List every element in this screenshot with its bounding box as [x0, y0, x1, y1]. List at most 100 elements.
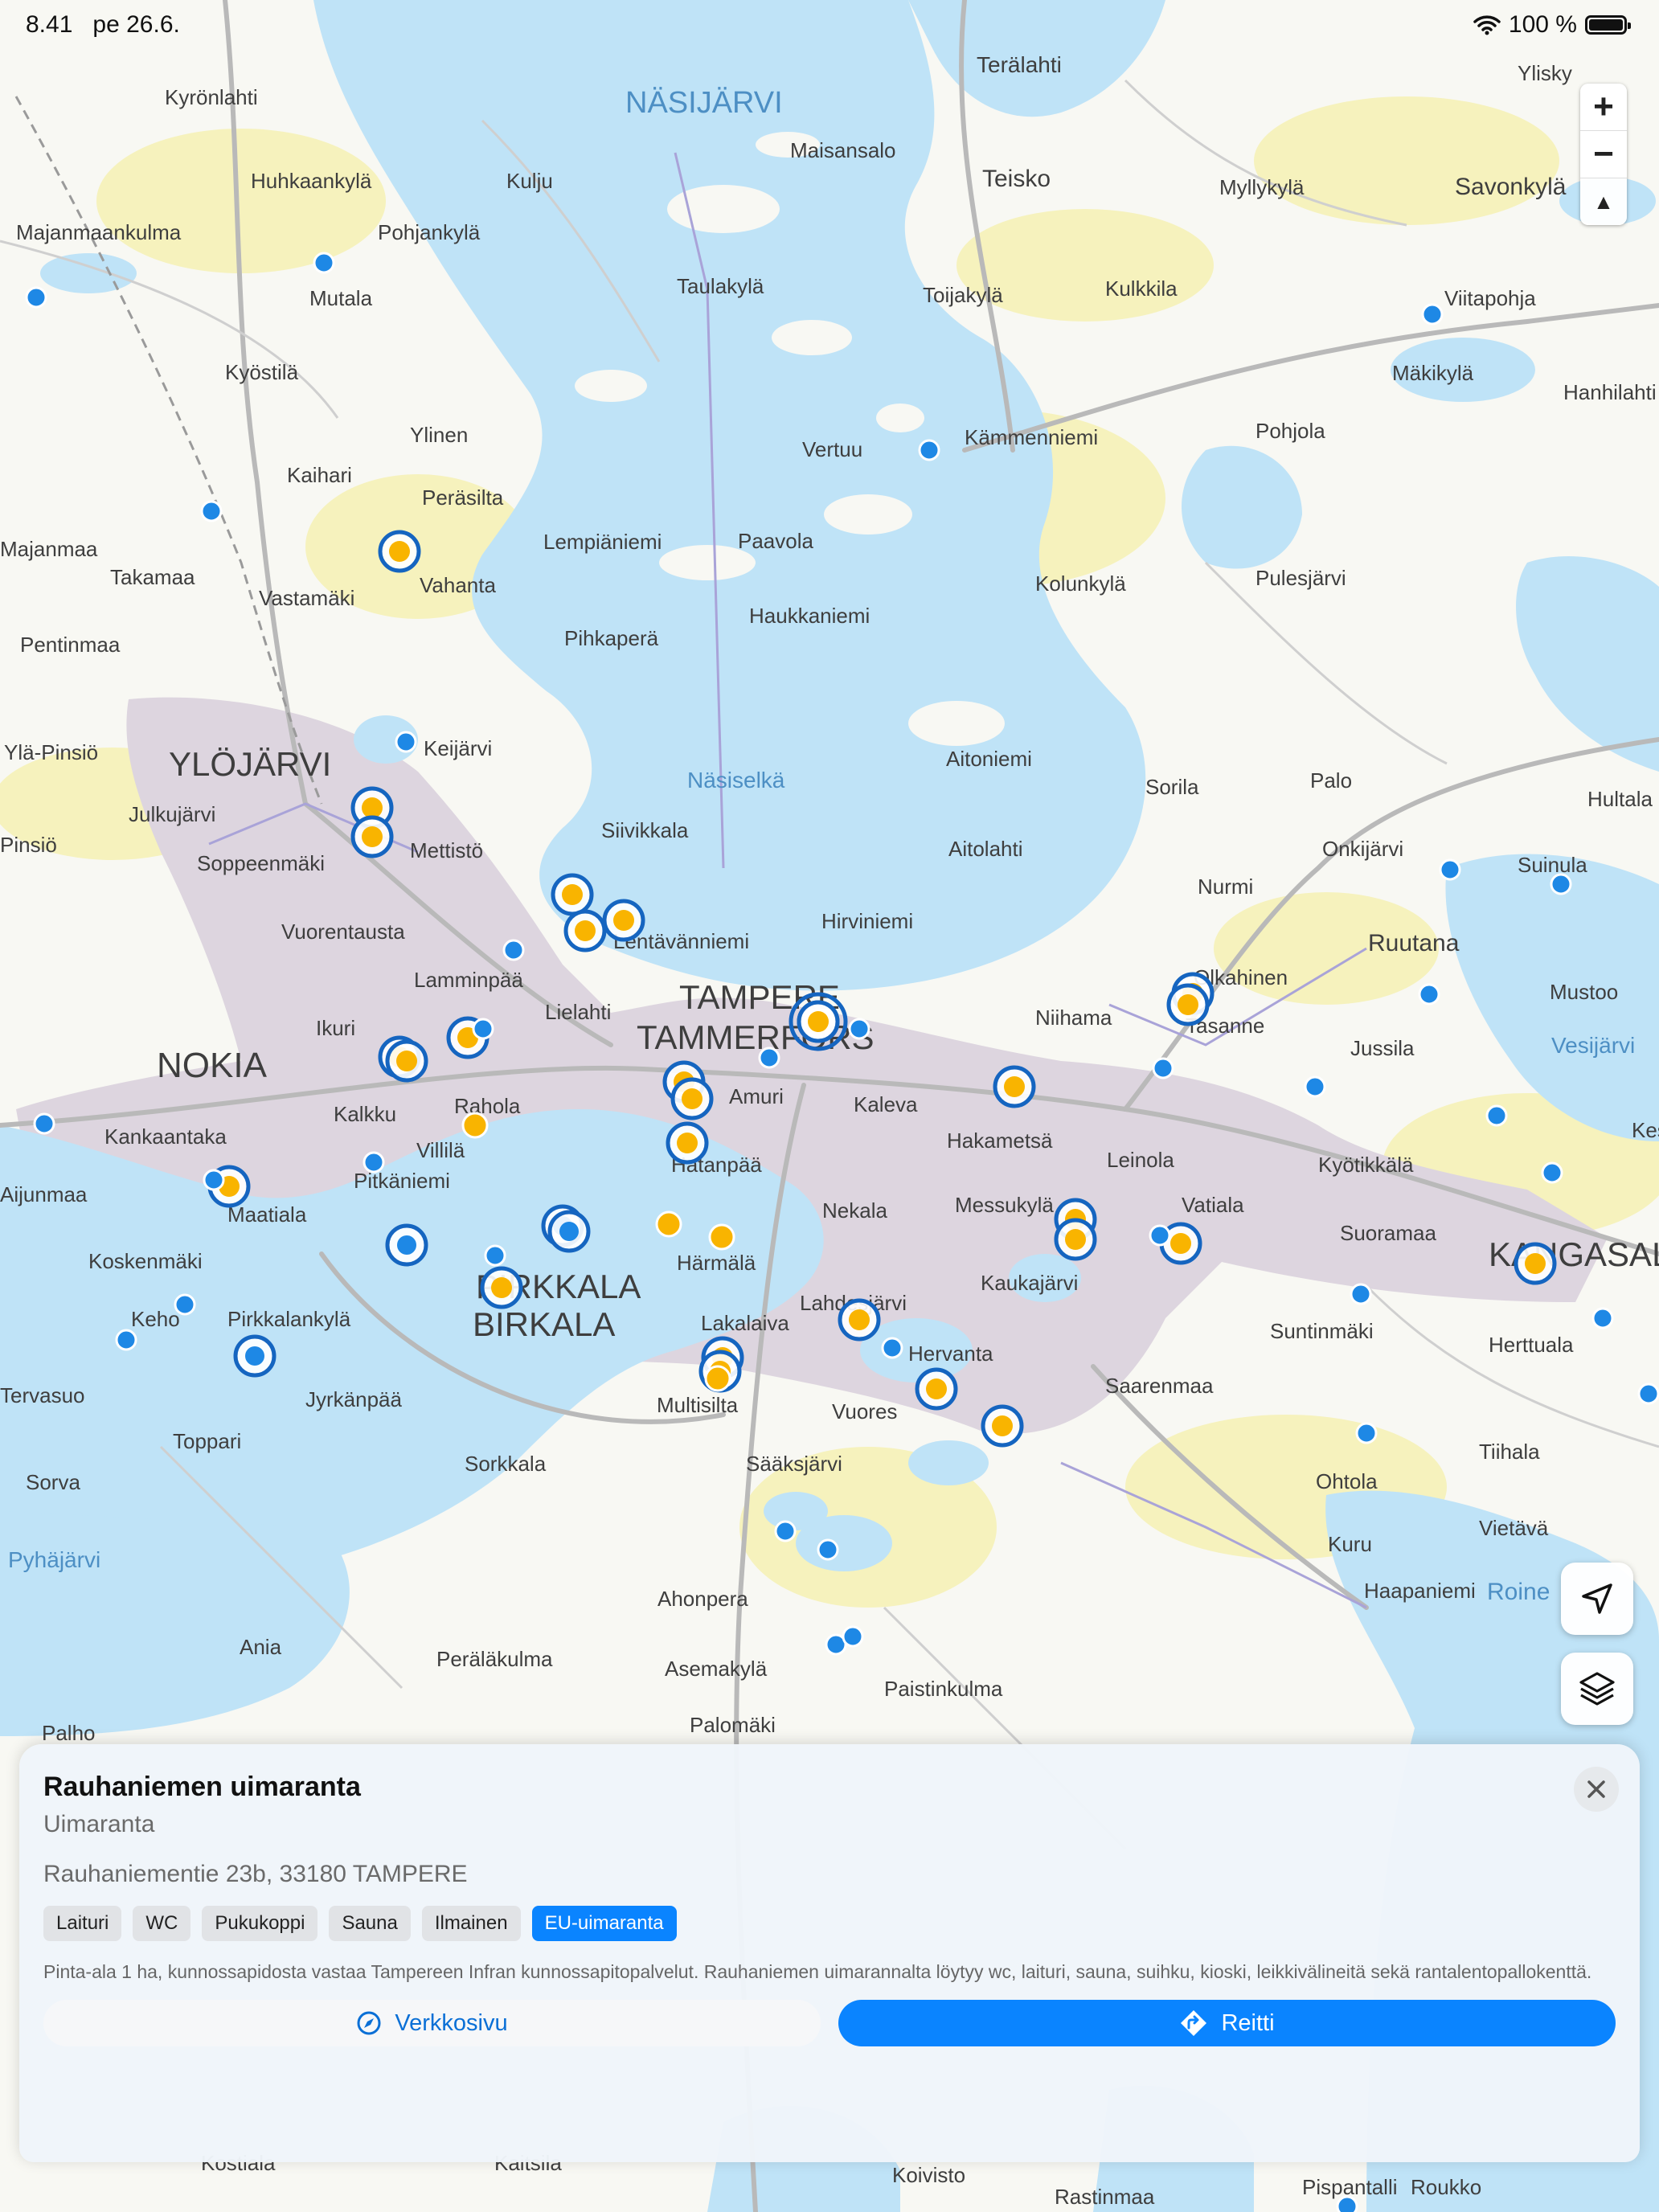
point-marker[interactable]: [25, 286, 47, 309]
point-marker[interactable]: [881, 1337, 903, 1359]
point-marker[interactable]: [1550, 873, 1572, 895]
place-label: Myllykylä: [1219, 175, 1305, 199]
place-label: Hirviniemi: [821, 909, 913, 933]
point-marker[interactable]: [395, 731, 417, 753]
beach-marker[interactable]: [915, 1367, 958, 1411]
beach-marker[interactable]: [1054, 1218, 1097, 1261]
place-label: Pohjankylä: [378, 220, 481, 244]
point-marker[interactable]: [1591, 1307, 1614, 1329]
status-bar: 8.41 pe 26.6. 100 %: [0, 0, 1659, 51]
place-label: Siivikkala: [601, 818, 689, 842]
point-marker[interactable]: [472, 1018, 494, 1040]
point-marker[interactable]: [484, 1244, 506, 1267]
beach-marker[interactable]: [993, 1065, 1036, 1108]
place-label: Pihkaperä: [564, 626, 659, 650]
point-marker[interactable]: [1149, 1224, 1171, 1247]
place-label: Pohjola: [1256, 419, 1325, 443]
website-button[interactable]: Verkkosivu: [43, 2000, 821, 2046]
beach-dot-marker[interactable]: [461, 1112, 489, 1139]
beach-dot-marker[interactable]: [655, 1210, 682, 1238]
point-marker[interactable]: [313, 252, 335, 274]
place-label: Tiihala: [1479, 1440, 1540, 1464]
point-marker[interactable]: [918, 439, 940, 461]
point-marker[interactable]: [1637, 1382, 1659, 1405]
zoom-control: + − ▲: [1580, 84, 1627, 225]
action-buttons: Verkkosivu Reitti: [43, 2000, 1616, 2046]
point-marker[interactable]: [174, 1293, 196, 1316]
beach-marker[interactable]: [797, 1000, 840, 1043]
place-label: Palomäki: [690, 1713, 776, 1737]
beach-marker[interactable]: [551, 873, 594, 916]
place-label: Suntinmäki: [1270, 1319, 1374, 1343]
point-marker[interactable]: [1439, 858, 1461, 881]
beach-marker[interactable]: [1514, 1242, 1557, 1285]
beach-marker[interactable]: [563, 909, 607, 952]
city-label: YLÖJÄRVI: [169, 745, 331, 783]
point-marker[interactable]: [363, 1151, 385, 1174]
beach-marker[interactable]: [602, 899, 645, 942]
zoom-in-icon[interactable]: +: [1580, 84, 1627, 131]
status-time: 8.41: [26, 11, 73, 38]
point-marker[interactable]: [842, 1625, 864, 1648]
point-marker[interactable]: [115, 1329, 137, 1351]
place-label: Kaukajärvi: [981, 1271, 1078, 1295]
beach-marker[interactable]: [1166, 983, 1210, 1026]
point-marker[interactable]: [817, 1538, 839, 1561]
point-marker[interactable]: [502, 939, 525, 961]
status-left: 8.41 pe 26.6.: [26, 11, 180, 39]
point-marker[interactable]: [1152, 1057, 1174, 1079]
site-marker[interactable]: [233, 1334, 276, 1378]
place-label: Niihama: [1035, 1006, 1112, 1030]
zoom-out-icon[interactable]: −: [1580, 131, 1627, 178]
site-marker[interactable]: [547, 1210, 591, 1253]
point-marker[interactable]: [33, 1112, 55, 1135]
beach-marker[interactable]: [480, 1266, 523, 1309]
close-icon: [1587, 1780, 1605, 1798]
place-label: Koivisto: [892, 2163, 965, 2187]
place-label: Majanmaankulma: [16, 220, 182, 244]
wifi-icon: [1473, 15, 1501, 35]
locate-button[interactable]: [1561, 1563, 1633, 1635]
beach-marker[interactable]: [981, 1404, 1024, 1448]
point-marker[interactable]: [758, 1047, 780, 1069]
point-marker[interactable]: [203, 1169, 225, 1191]
beach-marker[interactable]: [666, 1121, 709, 1165]
point-marker[interactable]: [848, 1018, 870, 1040]
battery-percent: 100 %: [1508, 11, 1577, 38]
beach-dot-marker[interactable]: [704, 1365, 731, 1392]
beach-marker[interactable]: [670, 1077, 714, 1120]
compass-icon[interactable]: ▲: [1580, 178, 1627, 225]
site-marker[interactable]: [385, 1223, 428, 1267]
place-label: Herttuala: [1489, 1333, 1574, 1357]
tag-chip: WC: [133, 1906, 191, 1941]
beach-marker[interactable]: [350, 815, 394, 858]
point-marker[interactable]: [774, 1520, 797, 1542]
point-marker[interactable]: [1541, 1161, 1563, 1184]
point-marker[interactable]: [1485, 1104, 1508, 1127]
layers-button[interactable]: [1561, 1653, 1633, 1725]
place-label: Viitapohja: [1444, 286, 1536, 310]
point-marker[interactable]: [1336, 2195, 1358, 2212]
place-label: Sorva: [26, 1470, 80, 1494]
point-marker[interactable]: [1355, 1422, 1378, 1444]
place-label: Jussila: [1350, 1036, 1415, 1060]
place-label: Aijunmaa: [0, 1182, 88, 1206]
place-label: Ylisky: [1518, 61, 1572, 85]
route-button[interactable]: Reitti: [838, 2000, 1616, 2046]
place-label: Leinola: [1107, 1148, 1174, 1172]
point-marker[interactable]: [200, 500, 223, 522]
point-marker[interactable]: [1350, 1283, 1372, 1305]
point-marker[interactable]: [1421, 303, 1444, 326]
close-button[interactable]: [1574, 1767, 1619, 1812]
place-label: Ylinen: [410, 423, 468, 447]
point-marker[interactable]: [1418, 983, 1440, 1006]
beach-marker[interactable]: [378, 530, 421, 573]
beach-marker[interactable]: [838, 1298, 881, 1342]
beach-dot-marker[interactable]: [708, 1223, 735, 1251]
place-label: Vahanta: [420, 573, 496, 597]
water-label: NÄSIJÄRVI: [625, 86, 783, 120]
place-title: Rauhaniemen uimaranta: [43, 1772, 361, 1802]
place-label: Kämmenniemi: [965, 425, 1098, 449]
point-marker[interactable]: [1304, 1075, 1326, 1098]
beach-marker[interactable]: [385, 1039, 428, 1083]
